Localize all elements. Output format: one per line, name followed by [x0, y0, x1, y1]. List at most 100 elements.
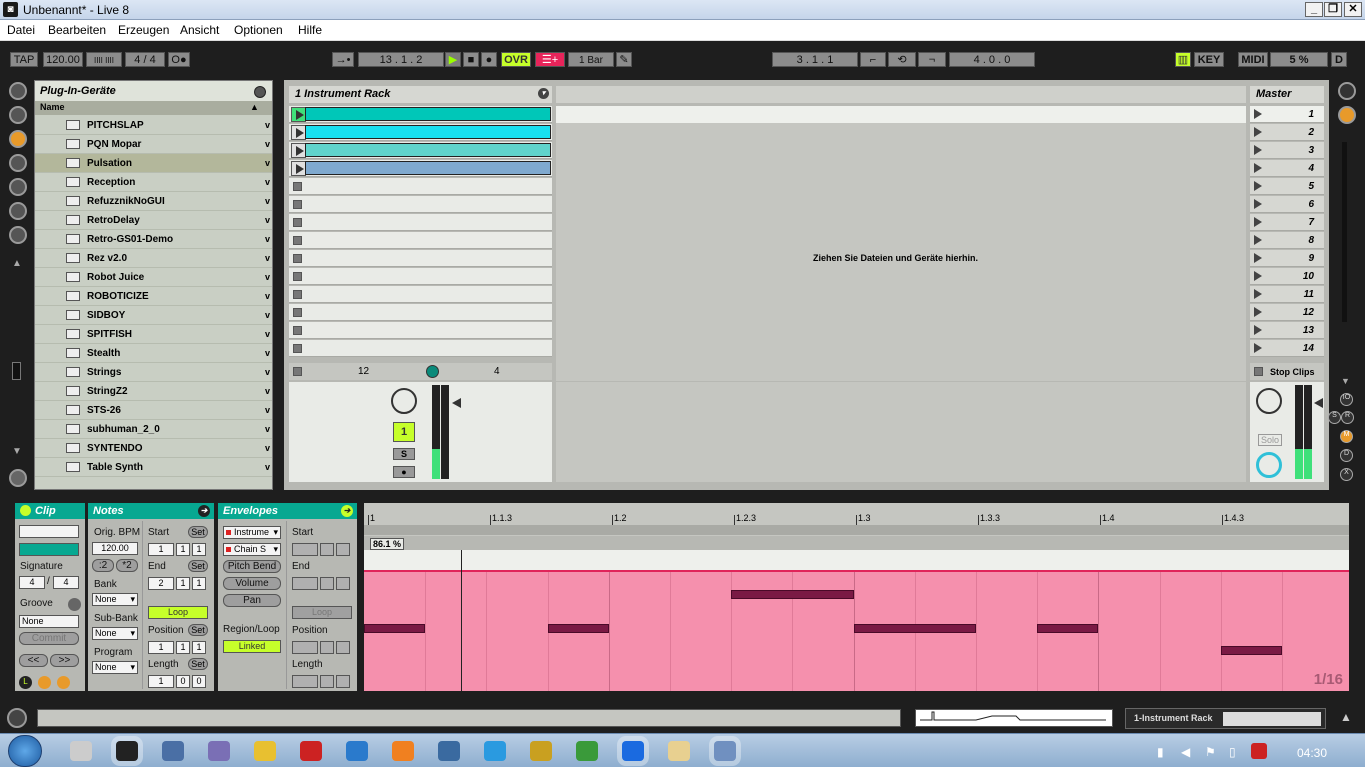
scene-launch-button[interactable]: 13 [1250, 322, 1324, 339]
loop-length-field[interactable]: 4 . 0 . 0 [949, 52, 1035, 67]
scene-play-icon[interactable] [1254, 289, 1262, 299]
clip-slot-empty[interactable] [289, 250, 552, 267]
scene-play-icon[interactable] [1254, 145, 1262, 155]
record-button[interactable]: ● [481, 52, 497, 67]
clip[interactable] [305, 143, 551, 157]
clip[interactable] [305, 125, 551, 139]
start-set-button[interactable]: Set [188, 526, 208, 538]
device-chooser[interactable]: Instrume ▾ [223, 526, 281, 539]
env-end-sixteenth[interactable] [336, 577, 350, 590]
expand-chevron-icon[interactable]: v [265, 234, 270, 244]
overdub-button[interactable]: OVR [501, 52, 531, 67]
taskbar-tool-icon[interactable] [530, 741, 552, 761]
key-map-icon[interactable]: ▥ [1175, 52, 1191, 67]
menu-optionen[interactable]: Optionen [234, 23, 283, 37]
loop-start-field[interactable]: 3 . 1 . 1 [772, 52, 858, 67]
env-position-sixteenth[interactable] [336, 641, 350, 654]
tray-volume-icon[interactable]: ◀ [1181, 745, 1190, 759]
length-bar[interactable]: 1 [148, 675, 174, 688]
orig-bpm-field[interactable]: 120.00 [92, 542, 138, 555]
clip-slot-empty[interactable] [289, 286, 552, 303]
scene-play-icon[interactable] [1254, 325, 1262, 335]
browser-item[interactable]: SIDBOY v [35, 306, 272, 325]
scene-play-icon[interactable] [1254, 307, 1262, 317]
stop-clips-button[interactable]: Stop Clips [1250, 363, 1324, 380]
env-end-bar[interactable] [292, 577, 318, 590]
expand-chevron-icon[interactable]: v [265, 405, 270, 415]
signature-field[interactable]: 4 / 4 [125, 52, 165, 67]
master-title[interactable]: Master [1250, 86, 1324, 103]
browser-item[interactable]: StringZ2 v [35, 382, 272, 401]
tap-button[interactable]: TAP [10, 52, 38, 67]
taskbar-ie-icon[interactable] [622, 741, 644, 761]
track-activator-button[interactable]: 1 [393, 422, 415, 442]
taskbar-pdf-icon[interactable] [300, 741, 322, 761]
end-beat[interactable]: 1 [176, 577, 190, 590]
session-view-icon[interactable] [1338, 106, 1356, 124]
program-select[interactable]: None ▾ [92, 661, 138, 674]
scene-launch-button[interactable]: 12 [1250, 304, 1324, 321]
browser-item[interactable]: Stealth v [35, 344, 272, 363]
piano-roll[interactable]: 1 1.1.3 1.2 1.2.3 1.3 1.3.3 1.4 1.4.3 86.1 % 1/… [364, 503, 1349, 691]
clip-stop-icon[interactable] [293, 182, 302, 191]
clip-name-field[interactable] [19, 525, 79, 538]
loop-button[interactable]: Loop [148, 606, 208, 619]
expand-chevron-icon[interactable]: v [265, 386, 270, 396]
clip-stop-icon[interactable] [293, 272, 302, 281]
end-bar[interactable]: 2 [148, 577, 174, 590]
play-button[interactable]: ▶ [445, 52, 461, 67]
browser-item[interactable]: subhuman_2_0 v [35, 420, 272, 439]
env-loop-button[interactable]: Loop [292, 606, 352, 619]
clip-stop-icon[interactable] [293, 200, 302, 209]
io-toggle-icon[interactable]: IO [1340, 393, 1353, 406]
commit-button[interactable]: Commit [19, 632, 79, 645]
expand-chevron-icon[interactable]: v [265, 291, 270, 301]
position-beat[interactable]: 1 [176, 641, 190, 654]
env-start-sixteenth[interactable] [336, 543, 350, 556]
taskbar-media-player-icon[interactable] [438, 741, 460, 761]
groove-pool-icon[interactable] [9, 469, 27, 487]
scene-launch-button[interactable]: 5 [1250, 178, 1324, 195]
clip-color-menu[interactable] [19, 543, 79, 556]
prev-clip-button[interactable]: << [19, 654, 48, 667]
clip-slot-filled[interactable] [289, 160, 552, 177]
track-title[interactable]: 1 Instrument Rack ▾ [289, 86, 552, 103]
taskbar-chat-icon[interactable] [484, 741, 506, 761]
track-stop-button[interactable] [293, 367, 302, 376]
taskbar-ableton-live-icon[interactable] [116, 741, 138, 761]
minimize-button[interactable]: _ [1305, 2, 1323, 17]
scene-play-icon[interactable] [1254, 109, 1262, 119]
start-sixteenth[interactable]: 1 [192, 543, 206, 556]
env-length-beat[interactable] [320, 675, 334, 688]
track-options-icon[interactable]: ▾ [538, 88, 549, 99]
clip-stop-icon[interactable] [293, 344, 302, 353]
returns-toggle-icon[interactable]: R [1341, 411, 1354, 424]
midi-note[interactable] [364, 624, 426, 633]
arrangement-overview[interactable] [915, 709, 1113, 727]
clip-stop-icon[interactable] [293, 218, 302, 227]
linked-button[interactable]: Linked [223, 640, 281, 653]
clip-launch-icon[interactable] [291, 107, 306, 122]
clip-slot-empty[interactable] [289, 196, 552, 213]
beat-ruler[interactable]: 1 1.1.3 1.2 1.2.3 1.3 1.3.3 1.4 1.4.3 [364, 503, 1349, 525]
env-length-bar[interactable] [292, 675, 318, 688]
overview-icon[interactable] [1338, 82, 1356, 100]
tray-clock[interactable]: 04:30 [1297, 746, 1327, 760]
expand-chevron-icon[interactable]: v [265, 424, 270, 434]
double-button[interactable]: *2 [116, 559, 138, 572]
menu-ansicht[interactable]: Ansicht [180, 23, 219, 37]
clip-slot-filled[interactable] [289, 124, 552, 141]
length-sixteenth[interactable]: 0 [192, 675, 206, 688]
signature-denominator[interactable]: 4 [53, 576, 79, 589]
control-chooser[interactable]: Chain S ▾ [223, 543, 281, 556]
taskbar-app-icon[interactable] [208, 741, 230, 761]
clip-slot-empty[interactable] [289, 322, 552, 339]
name-column-header[interactable]: Name ▲ [35, 101, 272, 115]
scroll-down-icon[interactable]: ▼ [12, 446, 22, 457]
volume-env-button[interactable]: Volume [223, 577, 281, 590]
signature-numerator[interactable]: 4 [19, 576, 45, 589]
draw-mode-icon[interactable]: ✎ [616, 52, 632, 67]
expand-chevron-icon[interactable]: v [265, 329, 270, 339]
solo-button[interactable]: S [393, 448, 415, 460]
key-map-button[interactable]: KEY [1194, 52, 1224, 67]
